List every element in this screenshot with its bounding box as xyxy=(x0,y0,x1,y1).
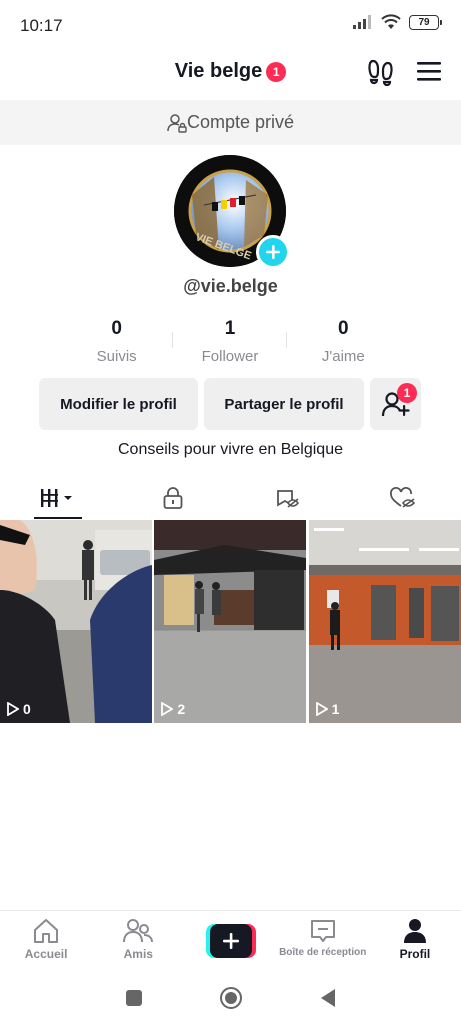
nav-friends[interactable]: Amis xyxy=(92,911,184,970)
video-view-count: 1 xyxy=(315,701,340,717)
stat-likes-label: J'aime xyxy=(321,348,365,365)
friends-icon xyxy=(123,919,154,943)
menu-button[interactable] xyxy=(417,60,441,87)
bottom-navigation: Accueil Amis Boîte de réception Profil xyxy=(0,910,461,970)
nav-profile-label: Profil xyxy=(399,947,431,961)
tab-liked[interactable] xyxy=(346,477,461,519)
video-view-count: 0 xyxy=(7,701,31,717)
video-views-value: 1 xyxy=(331,701,340,717)
status-bar: 10:17 79 xyxy=(0,0,461,50)
footprints-button[interactable] xyxy=(367,58,395,93)
stat-followers-value: 1 xyxy=(224,318,236,339)
play-icon xyxy=(7,702,19,716)
nav-profile[interactable]: Profil xyxy=(369,911,461,970)
nav-home[interactable]: Accueil xyxy=(0,911,92,970)
username: @vie.belge xyxy=(183,276,278,296)
profile-header: Vie belge 1 xyxy=(0,50,461,100)
video-thumbnail-image xyxy=(0,520,152,723)
hamburger-menu-icon xyxy=(417,62,441,81)
nav-inbox-label: Boîte de réception xyxy=(279,947,367,958)
stat-likes-value: 0 xyxy=(338,318,349,339)
tab-saved[interactable] xyxy=(231,477,346,519)
video-thumbnail[interactable]: 1 xyxy=(308,520,461,723)
header-title: Vie belge xyxy=(174,60,263,82)
liked-hidden-icon xyxy=(390,487,416,508)
profile-stats: 0 Suivis 1 Follower 0 J'aime xyxy=(60,318,400,368)
add-friends-button[interactable]: 1 xyxy=(370,378,421,430)
grid-icon xyxy=(40,489,72,507)
back-icon[interactable] xyxy=(319,988,337,1008)
video-grid: 0 2 1 xyxy=(0,520,461,723)
create-button-face xyxy=(209,924,252,958)
video-thumbnail-image xyxy=(154,520,307,723)
wifi-icon xyxy=(381,14,401,29)
video-views-value: 2 xyxy=(177,701,186,717)
home-icon xyxy=(34,919,59,943)
status-icons: 79 xyxy=(353,14,442,30)
lock-icon xyxy=(163,487,183,509)
recent-apps-icon[interactable] xyxy=(125,989,143,1007)
stat-followers-label: Follower xyxy=(201,348,259,365)
status-time: 10:17 xyxy=(20,16,63,35)
stat-followers[interactable]: 1 Follower xyxy=(173,318,287,368)
tab-videos[interactable] xyxy=(0,477,115,519)
battery-icon: 79 xyxy=(409,14,442,30)
nav-inbox[interactable]: Boîte de réception xyxy=(277,911,369,970)
edit-profile-button[interactable]: Modifier le profil xyxy=(39,378,198,430)
friend-request-badge: 1 xyxy=(397,383,417,403)
share-profile-button[interactable]: Partager le profil xyxy=(204,378,364,430)
stat-following-value: 0 xyxy=(111,318,122,339)
nav-home-label: Accueil xyxy=(24,947,68,961)
notification-badge: 1 xyxy=(266,61,287,82)
create-button[interactable] xyxy=(205,924,256,958)
private-account-icon xyxy=(167,113,187,133)
video-views-value: 0 xyxy=(23,701,31,717)
system-navigation-bar xyxy=(0,975,461,1020)
stat-following-label: Suivis xyxy=(96,348,137,365)
profile-bio: Conseils pour vivre en Belgique xyxy=(117,441,343,458)
signal-icon xyxy=(353,15,371,29)
nav-create[interactable] xyxy=(184,911,276,970)
video-thumbnail-image xyxy=(308,520,461,723)
private-account-banner: Compte privé xyxy=(0,100,461,145)
saved-icon xyxy=(277,490,300,508)
video-view-count: 2 xyxy=(161,701,185,717)
add-avatar-button[interactable] xyxy=(256,235,290,269)
nav-friends-label: Amis xyxy=(123,947,153,961)
video-thumbnail[interactable]: 2 xyxy=(154,520,307,723)
video-thumbnail[interactable]: 0 xyxy=(0,520,152,723)
stat-likes[interactable]: 0 J'aime xyxy=(287,318,400,368)
profile-icon xyxy=(403,919,426,943)
content-tabs xyxy=(0,477,461,519)
private-account-label: Compte privé xyxy=(186,112,295,132)
play-icon xyxy=(315,702,328,716)
plus-icon xyxy=(266,245,280,259)
inbox-icon xyxy=(310,920,335,942)
battery-level: 79 xyxy=(418,16,430,28)
home-button-icon[interactable] xyxy=(219,986,243,1010)
tab-private[interactable] xyxy=(115,477,230,519)
plus-icon xyxy=(222,933,239,949)
play-icon xyxy=(161,702,174,716)
footprints-icon xyxy=(368,59,393,87)
stat-following[interactable]: 0 Suivis xyxy=(60,318,174,368)
